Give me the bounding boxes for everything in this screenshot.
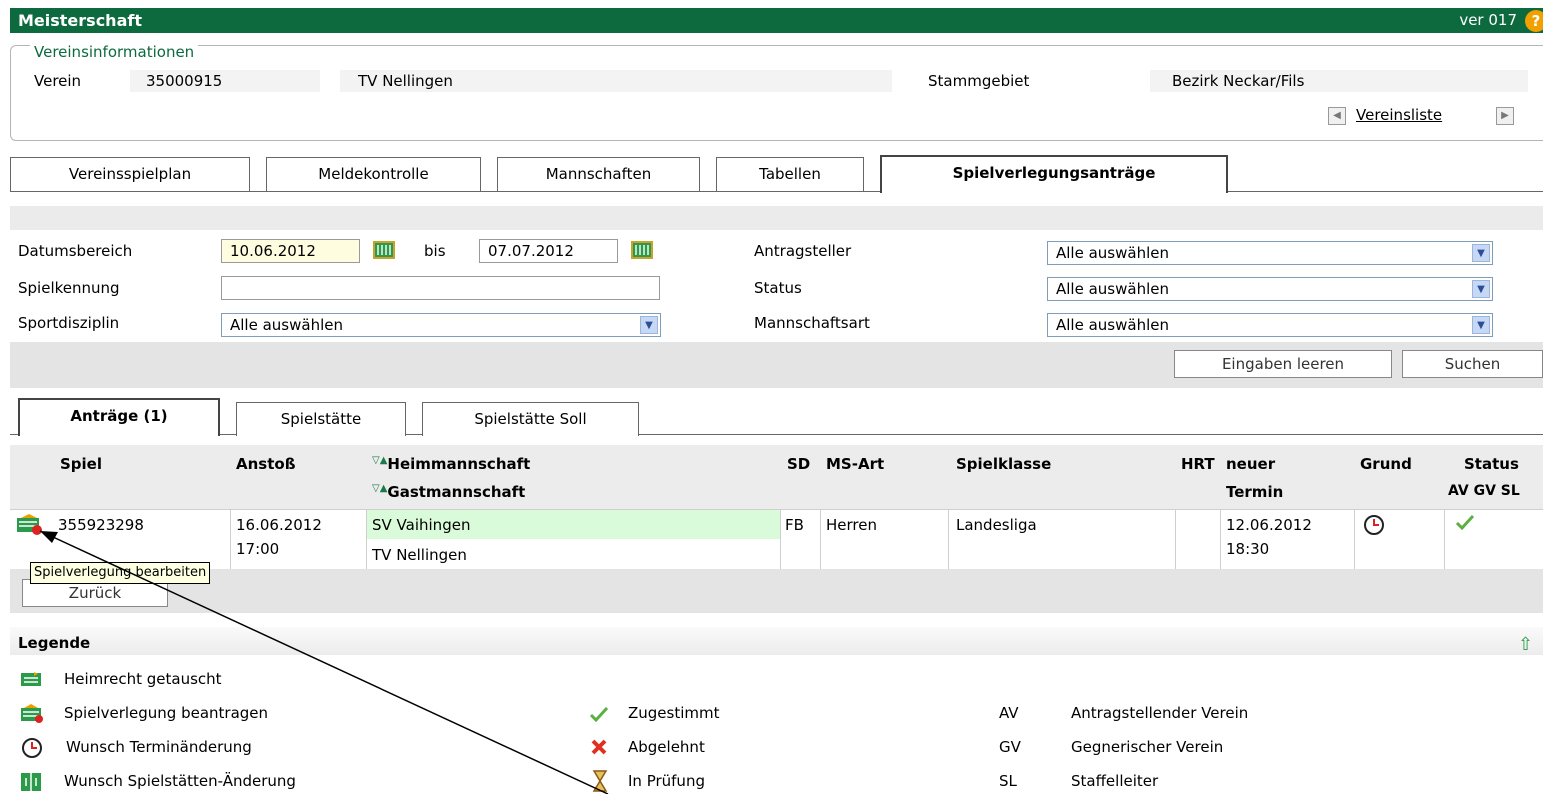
annotation-arrow: [39, 530, 609, 794]
